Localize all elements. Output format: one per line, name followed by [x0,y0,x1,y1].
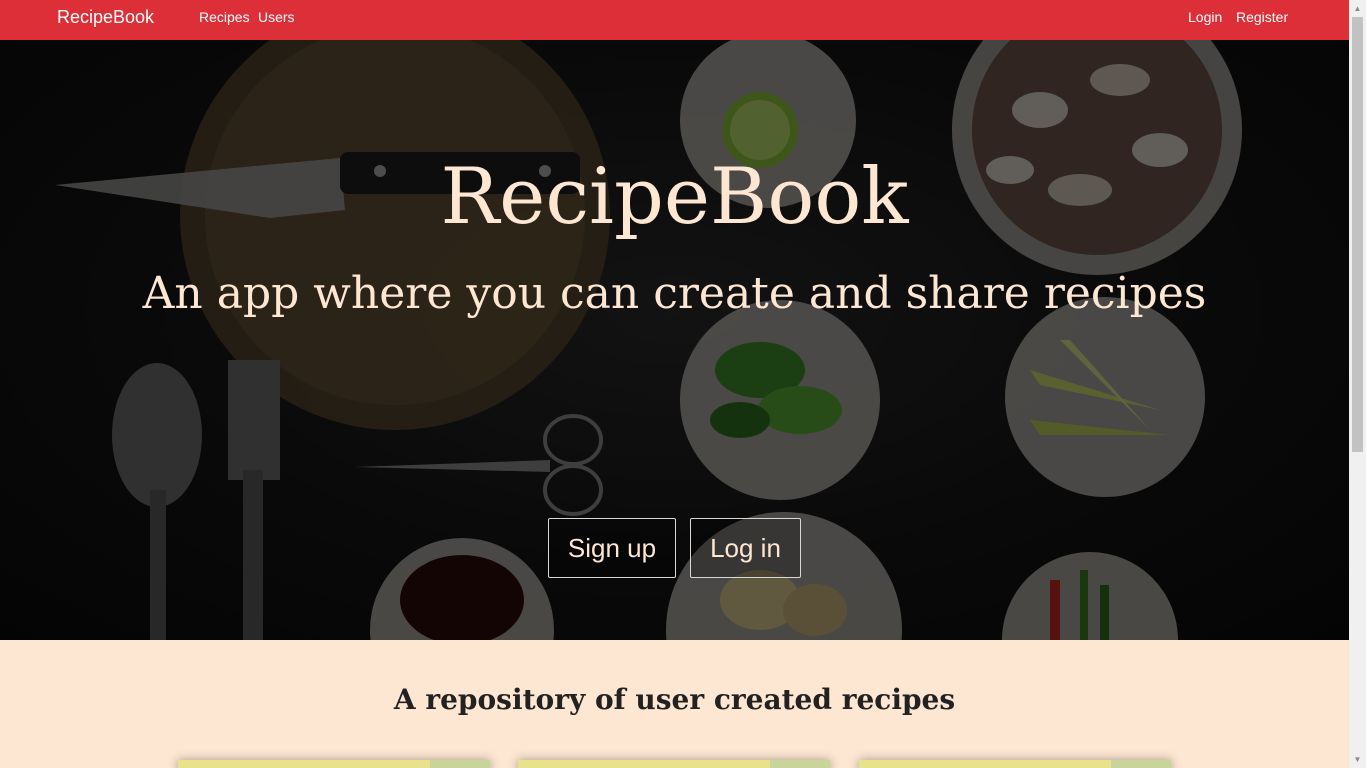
vertical-scrollbar[interactable]: ▲ ▼ [1349,0,1366,768]
nav-link-register[interactable]: Register [1236,9,1288,25]
top-navbar: RecipeBook Recipes Users Login Register [0,0,1349,40]
login-button[interactable]: Log in [690,518,801,578]
navbar-brand[interactable]: RecipeBook [57,7,154,28]
nav-link-recipes[interactable]: Recipes [199,9,250,25]
hero-subtitle: An app where you can create and share re… [142,268,1207,319]
hero-title: RecipeBook [440,152,909,242]
scroll-up-arrow-icon[interactable]: ▲ [1349,0,1366,17]
nav-link-users[interactable]: Users [258,9,295,25]
scrollbar-thumb[interactable] [1352,17,1363,452]
recipe-card[interactable] [178,760,490,768]
hero-banner: RecipeBook An app where you can create a… [0,40,1349,640]
recipe-card[interactable] [859,760,1171,768]
recipe-card[interactable] [518,760,830,768]
scroll-down-arrow-icon[interactable]: ▼ [1349,751,1366,768]
repository-heading: A repository of user created recipes [393,683,956,716]
signup-button[interactable]: Sign up [548,518,676,578]
nav-link-login[interactable]: Login [1188,9,1222,25]
